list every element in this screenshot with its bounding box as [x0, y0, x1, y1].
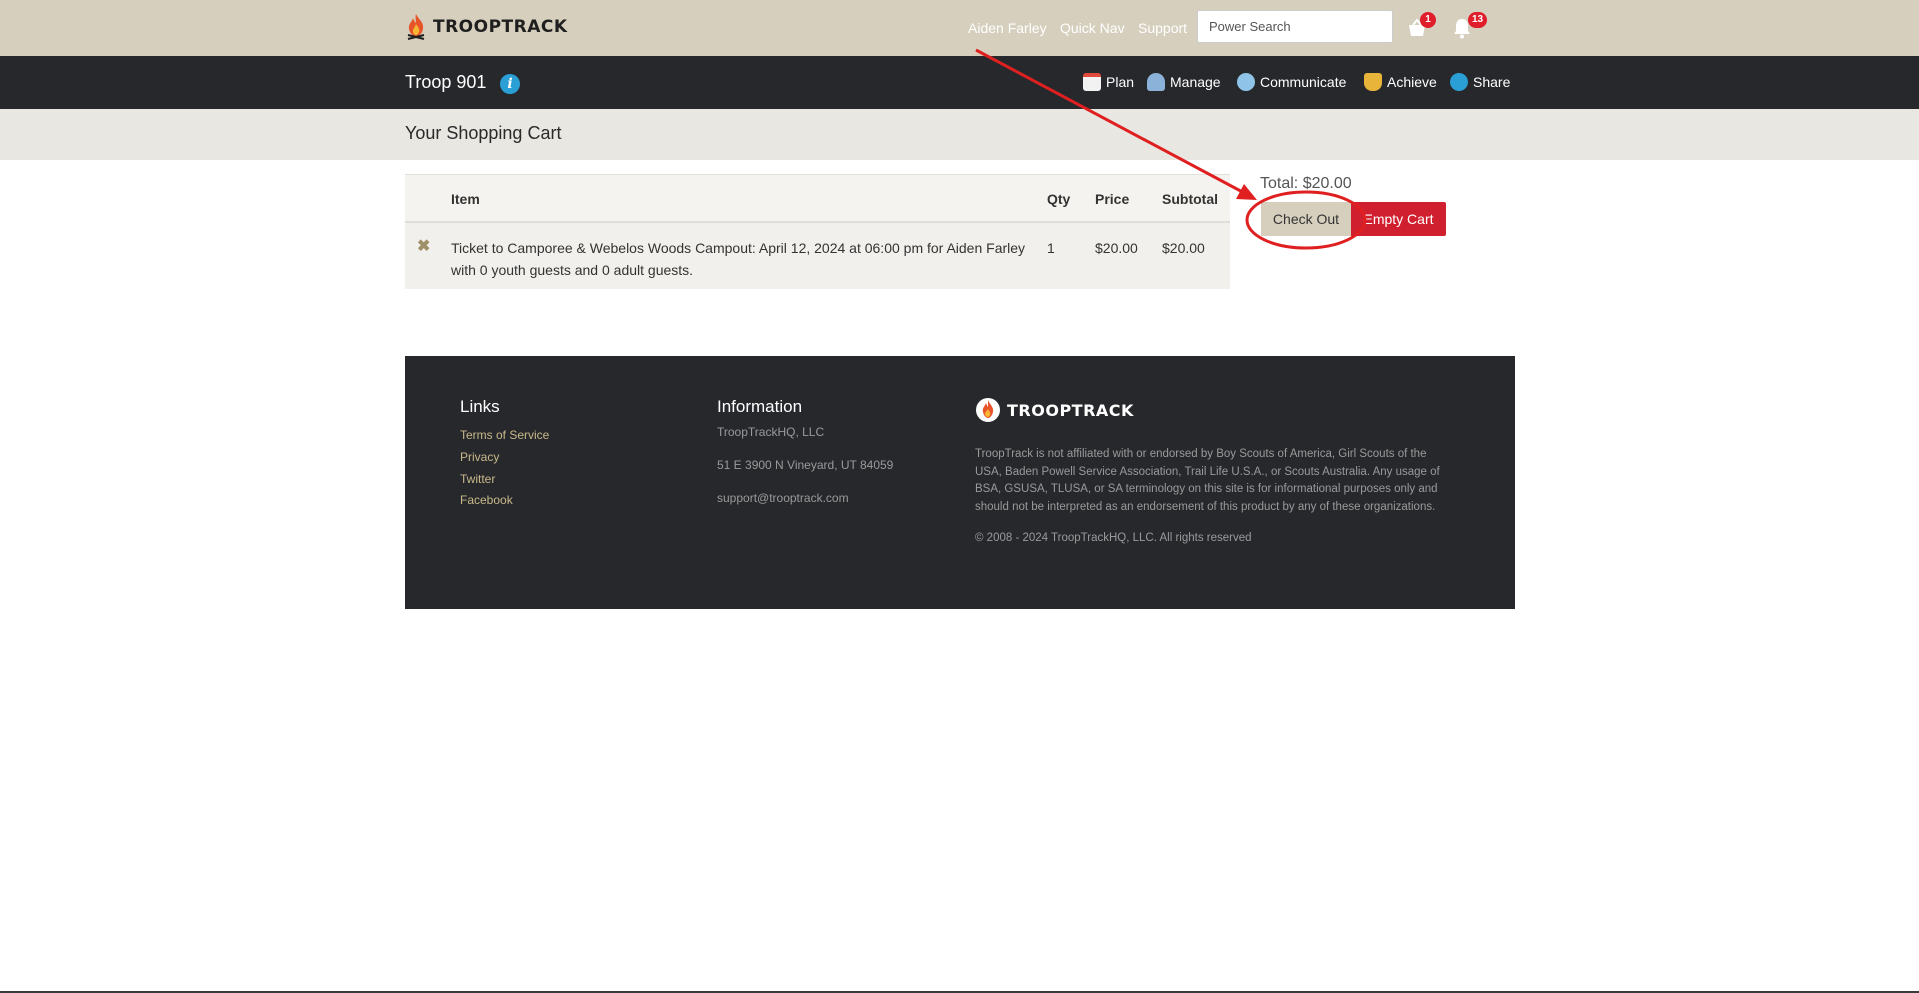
nav-item-label: Communicate — [1260, 74, 1347, 90]
nav-item-label: Plan — [1106, 74, 1135, 90]
item-description: Ticket to Camporee & Webelos Woods Campo… — [451, 237, 1031, 281]
footer-logo: TROOPTRACK — [975, 396, 1134, 424]
quick-nav-link[interactable]: Quick Nav — [1060, 20, 1125, 36]
column-header-qty: Qty — [1047, 191, 1071, 207]
company-name: TroopTrackHQ, LLC — [717, 425, 825, 439]
power-search-input[interactable] — [1197, 10, 1393, 43]
cart-table: Item Qty Price Subtotal ✖ Ticket to Camp… — [405, 174, 1230, 289]
cart-count-badge: 1 — [1420, 12, 1436, 28]
footer-links-heading: Links — [460, 397, 500, 416]
support-email[interactable]: support@trooptrack.com — [717, 491, 849, 505]
nav-item-achieve[interactable]: Achieve — [1364, 73, 1437, 91]
trophy-icon — [1364, 73, 1382, 91]
item-price: $20.00 — [1095, 240, 1138, 256]
privacy-link[interactable]: Privacy — [460, 450, 499, 464]
facebook-link[interactable]: Facebook — [460, 493, 513, 507]
nav-item-plan[interactable]: Plan — [1083, 73, 1134, 91]
top-header: TROOPTRACK Aiden Farley Quick Nav Suppor… — [0, 0, 1919, 56]
calendar-icon — [1083, 73, 1101, 91]
nav-item-communicate[interactable]: Communicate — [1237, 73, 1346, 91]
share-icon — [1450, 73, 1468, 91]
cart-total: Total: $20.00 — [1260, 175, 1352, 192]
support-link[interactable]: Support — [1138, 20, 1187, 36]
logo-text: TROOPTRACK — [433, 17, 568, 37]
item-qty: 1 — [1047, 240, 1055, 256]
footer-disclaimer: TroopTrack is not affiliated with or end… — [975, 448, 1440, 513]
column-header-item: Item — [451, 191, 480, 207]
remove-item-icon[interactable]: ✖ — [417, 236, 430, 256]
nav-item-manage[interactable]: Manage — [1147, 73, 1221, 91]
page-title: Your Shopping Cart — [405, 123, 562, 143]
empty-cart-button[interactable]: Empty Cart — [1351, 202, 1446, 236]
item-description-line2: with 0 youth guests and 0 adult guests. — [451, 262, 694, 278]
column-header-price: Price — [1095, 191, 1130, 207]
main-nav: Troop 901 i Plan Manage Communicate Achi… — [0, 56, 1919, 109]
user-link[interactable]: Aiden Farley — [968, 20, 1047, 36]
chat-bubbles-icon — [1237, 73, 1255, 91]
column-header-subtotal: Subtotal — [1162, 191, 1218, 207]
footer: Links Terms of Service Privacy Twitter F… — [405, 356, 1515, 609]
footer-logo-text: TROOPTRACK — [1007, 400, 1134, 420]
item-description-line1: Ticket to Camporee & Webelos Woods Campo… — [451, 240, 1026, 256]
notifications-count-badge: 13 — [1468, 12, 1488, 28]
trooptrack-logo[interactable]: TROOPTRACK — [405, 12, 568, 42]
terms-of-service-link[interactable]: Terms of Service — [460, 428, 549, 442]
page: TROOPTRACK Aiden Farley Quick Nav Suppor… — [0, 0, 1919, 993]
item-subtotal: $20.00 — [1162, 240, 1205, 256]
nav-item-label: Share — [1473, 74, 1511, 90]
footer-info-heading: Information — [717, 397, 803, 416]
flame-logo-icon — [407, 14, 425, 40]
annotation-arrowhead — [1236, 184, 1257, 200]
cart-table-header: Item Qty Price Subtotal — [405, 175, 1230, 223]
check-out-button[interactable]: Check Out — [1261, 202, 1351, 236]
troop-name[interactable]: Troop 901 — [405, 72, 486, 93]
footer-copyright: © 2008 - 2024 TroopTrackHQ, LLC. All rig… — [975, 532, 1252, 544]
flame-logo-icon — [976, 398, 1000, 422]
company-address: 51 E 3900 N Vineyard, UT 84059 — [717, 458, 894, 472]
nav-item-label: Manage — [1170, 74, 1221, 90]
nav-item-share[interactable]: Share — [1450, 73, 1510, 91]
page-title-bar: Your Shopping Cart — [0, 109, 1919, 160]
nav-item-label: Achieve — [1387, 74, 1437, 90]
people-icon — [1147, 73, 1165, 91]
twitter-link[interactable]: Twitter — [460, 472, 495, 486]
table-row: ✖ Ticket to Camporee & Webelos Woods Cam… — [405, 223, 1230, 289]
info-icon[interactable]: i — [500, 74, 520, 94]
